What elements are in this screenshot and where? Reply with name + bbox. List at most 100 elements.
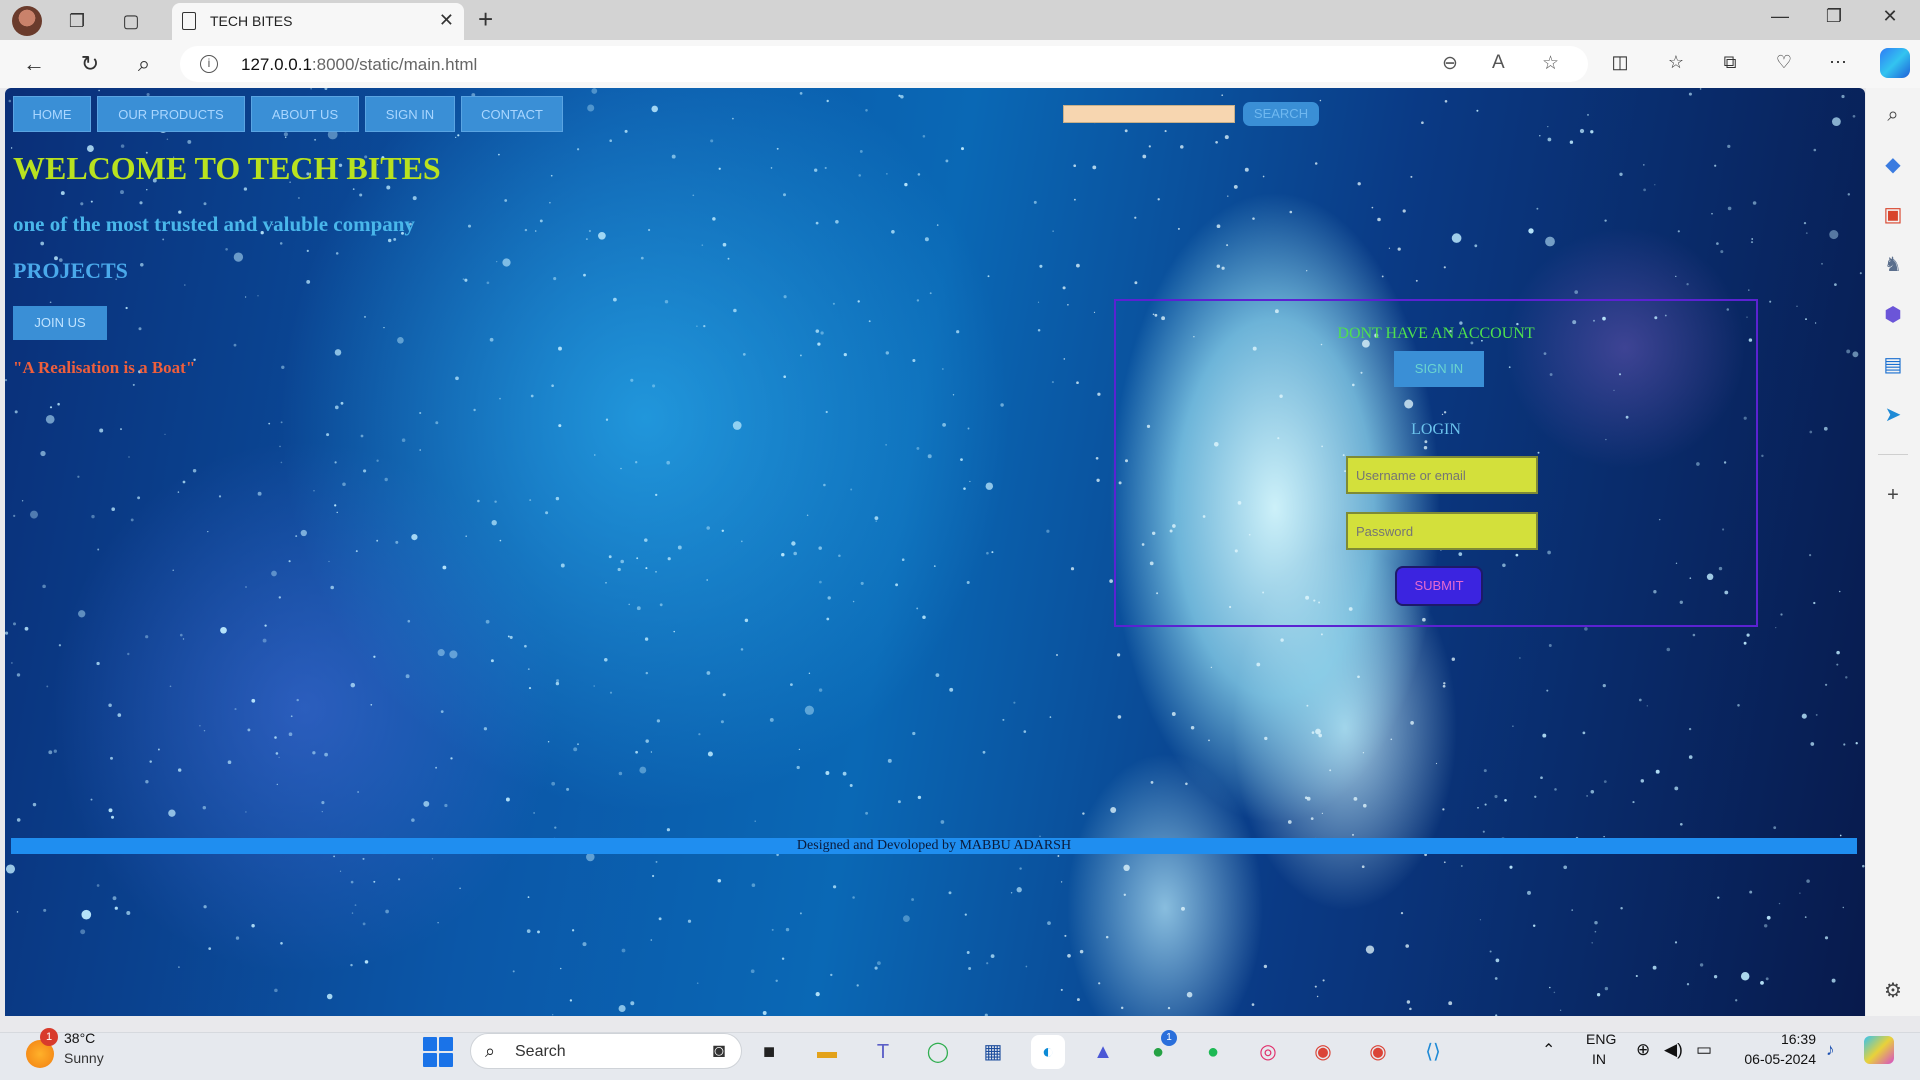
network-icon[interactable]: ⊕ <box>1636 1040 1650 1060</box>
store-icon[interactable]: ▦ <box>976 1035 1010 1069</box>
refresh-icon[interactable]: ↻ <box>76 50 104 78</box>
join-us-button[interactable]: JOIN US <box>13 306 107 340</box>
site-search-input[interactable] <box>1063 105 1235 123</box>
vpn-app-icon[interactable]: ▲ <box>1086 1035 1120 1069</box>
url-text[interactable]: 127.0.0.1:8000/static/main.html <box>241 55 477 75</box>
browser-essentials-icon[interactable]: ♡ <box>1770 52 1798 73</box>
weather-temp[interactable]: 38°C <box>64 1030 95 1046</box>
nav-home[interactable]: HOME <box>13 96 91 132</box>
particle-dot <box>1527 890 1531 895</box>
nav-sign-in[interactable]: SIGN IN <box>365 96 455 132</box>
particle-dot <box>860 581 864 585</box>
sidebar-search-icon[interactable]: ⌕ <box>1880 102 1906 128</box>
spotify-icon[interactable]: ● <box>1196 1035 1230 1069</box>
particle-dot <box>1686 283 1689 286</box>
chrome-profile-icon[interactable]: ◉ <box>1361 1035 1395 1069</box>
particle-dot <box>900 94 904 99</box>
tab-tech-bites[interactable]: TECH BITES ✕ <box>172 3 464 40</box>
panel-sign-in-button[interactable]: SIGN IN <box>1394 351 1484 387</box>
particle-dot <box>1642 164 1645 166</box>
edge-sidebar: ⌕ ◆ ▣ ♞ ⬢ ▤ ➤ + ⚙ <box>1866 88 1920 1016</box>
particle-dot <box>1842 906 1845 909</box>
minimize-icon[interactable]: — <box>1760 6 1800 27</box>
particle-dot <box>856 984 859 987</box>
language-region[interactable]: IN <box>1592 1051 1606 1067</box>
password-field[interactable] <box>1346 512 1538 550</box>
task-view-icon[interactable]: ■ <box>752 1035 786 1069</box>
particle-dot <box>168 809 176 817</box>
copilot-taskbar-icon[interactable] <box>1864 1036 1894 1064</box>
add-sidebar-app-icon[interactable]: + <box>1880 482 1906 508</box>
site-info-icon[interactable]: i <box>200 55 218 73</box>
refresh-app-icon[interactable]: ◯ <box>921 1035 955 1069</box>
particle-dot <box>613 297 617 302</box>
edge-icon[interactable]: ◐ <box>1031 1035 1065 1069</box>
games-icon[interactable]: ♞ <box>1880 252 1906 278</box>
restore-icon[interactable]: ❐ <box>1814 6 1854 27</box>
close-tab-icon[interactable]: ✕ <box>439 10 454 31</box>
copilot-icon[interactable] <box>1880 48 1910 78</box>
nav-about-us[interactable]: ABOUT US <box>251 96 359 132</box>
tray-overflow-icon[interactable]: ⌃ <box>1542 1040 1555 1060</box>
particle-dot <box>1604 986 1609 991</box>
sidebar-settings-icon[interactable]: ⚙ <box>1880 978 1906 1004</box>
particle-dot <box>1620 907 1623 910</box>
microsoft-365-icon[interactable]: ⬢ <box>1880 302 1906 328</box>
site-search-button[interactable]: SEARCH <box>1243 102 1319 126</box>
drop-icon[interactable]: ➤ <box>1880 402 1906 428</box>
notification-bell-icon[interactable]: ♪ <box>1826 1040 1835 1060</box>
taskbar-search[interactable]: ⌕ Search ◙ <box>470 1033 742 1069</box>
close-window-icon[interactable]: ✕ <box>1870 6 1910 27</box>
profile-avatar[interactable] <box>12 6 42 36</box>
more-menu-icon[interactable]: ⋯ <box>1824 52 1852 73</box>
particle-dot <box>1540 776 1543 780</box>
particle-dot <box>360 434 364 438</box>
vertical-tabs-icon[interactable]: ▢ <box>118 8 144 34</box>
nav-contact[interactable]: CONTACT <box>461 96 563 132</box>
particle-dot <box>1590 790 1595 794</box>
workspaces-icon[interactable]: ❐ <box>64 8 90 34</box>
url-bar[interactable]: i 127.0.0.1:8000/static/main.html ⊖ A ☆ <box>180 46 1588 82</box>
sidebar-divider <box>1878 454 1908 455</box>
battery-icon[interactable]: ▭ <box>1696 1040 1712 1060</box>
language-indicator[interactable]: ENG <box>1586 1031 1616 1047</box>
weather-condition[interactable]: Sunny <box>64 1050 104 1066</box>
read-aloud-icon[interactable]: A <box>1492 52 1505 74</box>
particle-dot <box>895 583 899 587</box>
particle-dot <box>1314 985 1317 988</box>
instagram-icon[interactable]: ◎ <box>1251 1035 1285 1069</box>
particle-dot <box>251 698 256 703</box>
zoom-out-icon[interactable]: ⊖ <box>1442 52 1458 75</box>
collections-icon[interactable]: ⧉ <box>1716 52 1744 73</box>
search-icon[interactable]: ⌕ <box>130 50 158 78</box>
particle-dot <box>990 954 995 958</box>
favorite-star-icon[interactable]: ☆ <box>1542 52 1559 75</box>
particle-dot <box>80 929 86 935</box>
particle-dot <box>618 1004 626 1013</box>
file-explorer-icon[interactable]: ▬ <box>810 1035 844 1069</box>
volume-icon[interactable]: ◀) <box>1664 1040 1683 1060</box>
particle-dot <box>1569 140 1574 144</box>
favorites-icon[interactable]: ☆ <box>1662 52 1690 73</box>
particle-dot <box>234 708 237 711</box>
particle-dot <box>961 147 964 151</box>
particle-dot <box>1039 835 1041 838</box>
chrome-icon[interactable]: ◉ <box>1306 1035 1340 1069</box>
clock-time[interactable]: 16:39 <box>1762 1031 1816 1047</box>
start-button[interactable] <box>423 1037 453 1067</box>
vscode-icon[interactable]: ⟨⟩ <box>1416 1035 1450 1069</box>
particle-dot <box>1134 216 1137 219</box>
split-screen-icon[interactable]: ◫ <box>1606 52 1634 73</box>
tools-icon[interactable]: ▣ <box>1880 202 1906 228</box>
outlook-icon[interactable]: ▤ <box>1880 352 1906 378</box>
username-field[interactable] <box>1346 456 1538 494</box>
back-icon[interactable]: ← <box>20 50 48 78</box>
particle-dot <box>991 551 994 554</box>
new-tab-button[interactable]: + <box>478 4 493 35</box>
particle-dot <box>1579 128 1585 134</box>
nav-our-products[interactable]: OUR PRODUCTS <box>97 96 245 132</box>
clock-date[interactable]: 06-05-2024 <box>1738 1051 1816 1067</box>
teams-icon[interactable]: T <box>866 1035 900 1069</box>
submit-button[interactable]: SUBMIT <box>1397 568 1481 604</box>
shopping-tag-icon[interactable]: ◆ <box>1880 152 1906 178</box>
